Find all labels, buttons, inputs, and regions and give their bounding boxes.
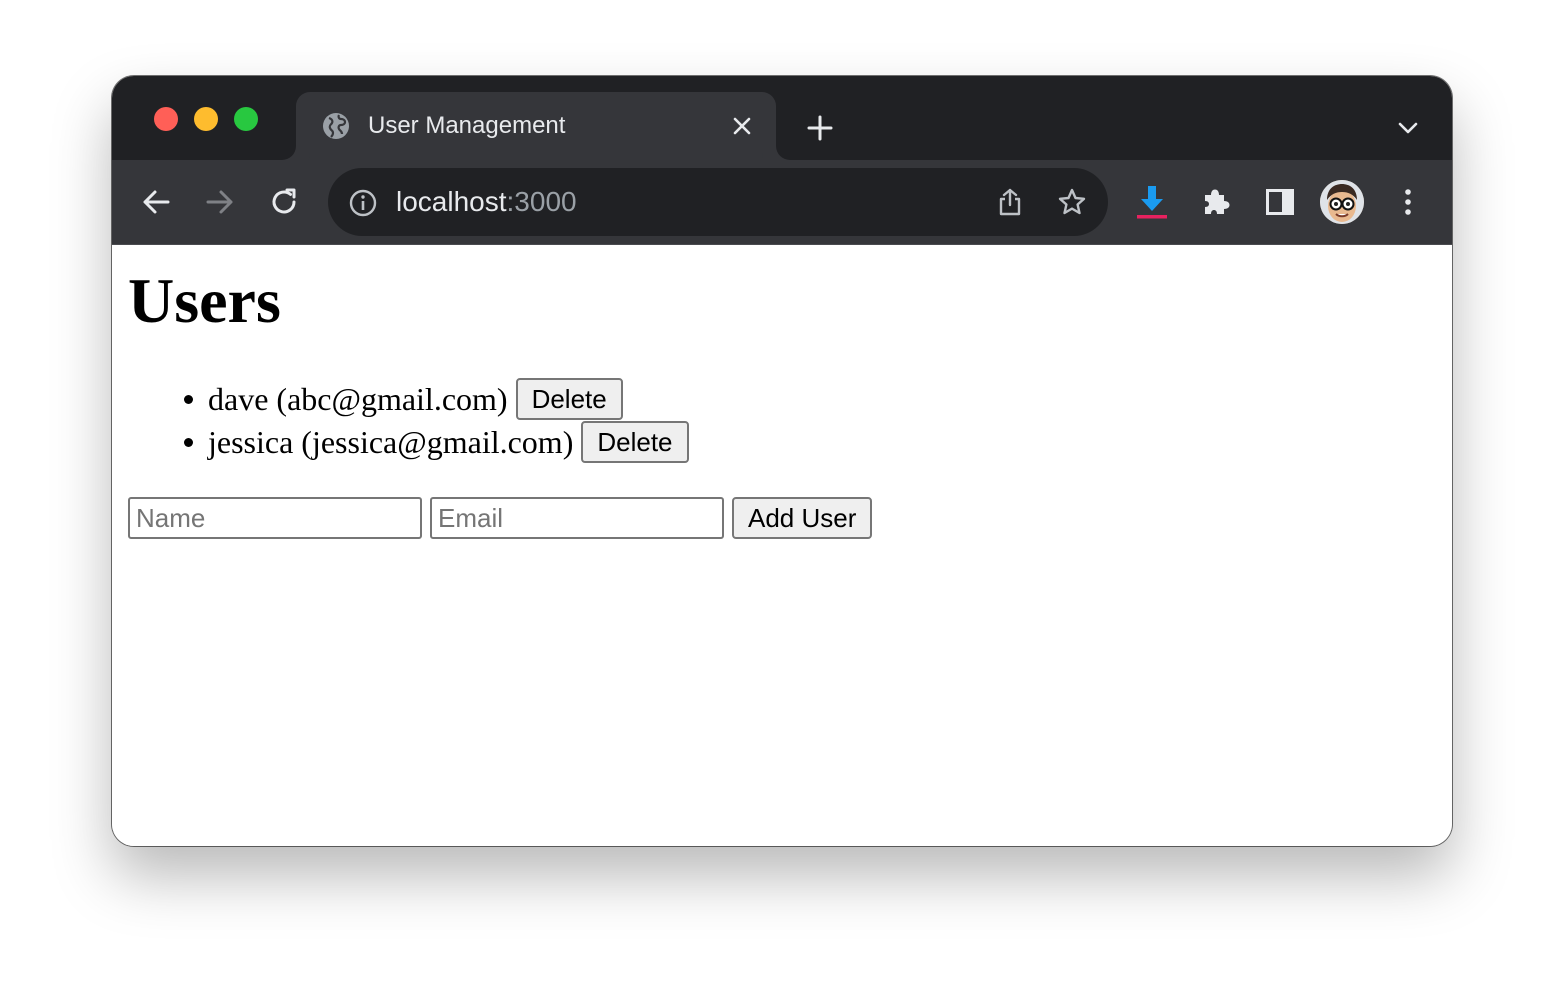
tab-search-button[interactable] <box>1392 112 1424 144</box>
tab-title: User Management <box>368 112 566 139</box>
tab-strip: User Management <box>112 76 1452 160</box>
url-port: :3000 <box>506 186 577 217</box>
bookmark-button[interactable] <box>1054 184 1090 220</box>
add-user-button[interactable]: Add User <box>732 497 873 539</box>
screenshot-stage: User Management localhost:3000 Users dav… <box>0 0 1564 994</box>
forward-button[interactable] <box>200 182 240 222</box>
back-button[interactable] <box>136 182 176 222</box>
star-icon <box>1058 188 1086 215</box>
page-content: Users dave (abc@gmail.com) Delete jessic… <box>112 245 1452 846</box>
reload-button[interactable] <box>264 182 304 222</box>
side-panel-button[interactable] <box>1260 182 1300 222</box>
tab-close-button[interactable] <box>728 112 756 140</box>
add-user-form: Add User <box>128 497 873 539</box>
page-title: Users <box>128 265 281 336</box>
share-icon <box>999 188 1021 216</box>
profile-avatar-icon <box>1320 180 1364 224</box>
info-icon[interactable] <box>348 188 378 218</box>
browser-window: User Management localhost:3000 Users dav… <box>112 76 1452 846</box>
side-panel-icon <box>1266 189 1294 215</box>
close-icon <box>733 117 751 135</box>
minimize-window-button[interactable] <box>194 107 218 131</box>
chevron-down-icon <box>1398 122 1418 134</box>
kebab-menu-icon <box>1405 189 1411 215</box>
url-text: localhost:3000 <box>396 185 577 219</box>
downloads-button[interactable] <box>1132 182 1172 222</box>
zoom-window-button[interactable] <box>234 107 258 131</box>
new-tab-button[interactable] <box>802 110 838 146</box>
puzzle-icon <box>1205 189 1230 214</box>
list-item: jessica (jessica@gmail.com) Delete <box>184 420 689 463</box>
browser-toolbar: localhost:3000 <box>112 160 1452 245</box>
reload-icon <box>272 188 296 214</box>
globe-icon <box>323 113 349 139</box>
user-list: dave (abc@gmail.com) Delete jessica (jes… <box>112 377 689 463</box>
list-item: dave (abc@gmail.com) Delete <box>184 377 689 420</box>
extensions-button[interactable] <box>1196 182 1236 222</box>
delete-user-button[interactable]: Delete <box>515 377 623 420</box>
address-bar[interactable]: localhost:3000 <box>328 168 1108 236</box>
url-host: localhost <box>396 186 507 217</box>
download-icon <box>1137 186 1167 219</box>
email-input[interactable] <box>430 497 724 539</box>
share-button[interactable] <box>992 184 1028 220</box>
arrow-right-icon <box>206 190 233 214</box>
close-window-button[interactable] <box>154 107 178 131</box>
user-label: jessica (jessica@gmail.com) <box>208 423 574 460</box>
plus-icon <box>807 115 833 141</box>
tab-user-management[interactable]: User Management <box>296 92 776 160</box>
browser-menu-button[interactable] <box>1388 182 1428 222</box>
arrow-left-icon <box>143 190 170 214</box>
name-input[interactable] <box>128 497 422 539</box>
avatar[interactable] <box>1320 180 1364 224</box>
delete-user-button[interactable]: Delete <box>581 420 689 463</box>
user-label: dave (abc@gmail.com) <box>208 380 508 417</box>
